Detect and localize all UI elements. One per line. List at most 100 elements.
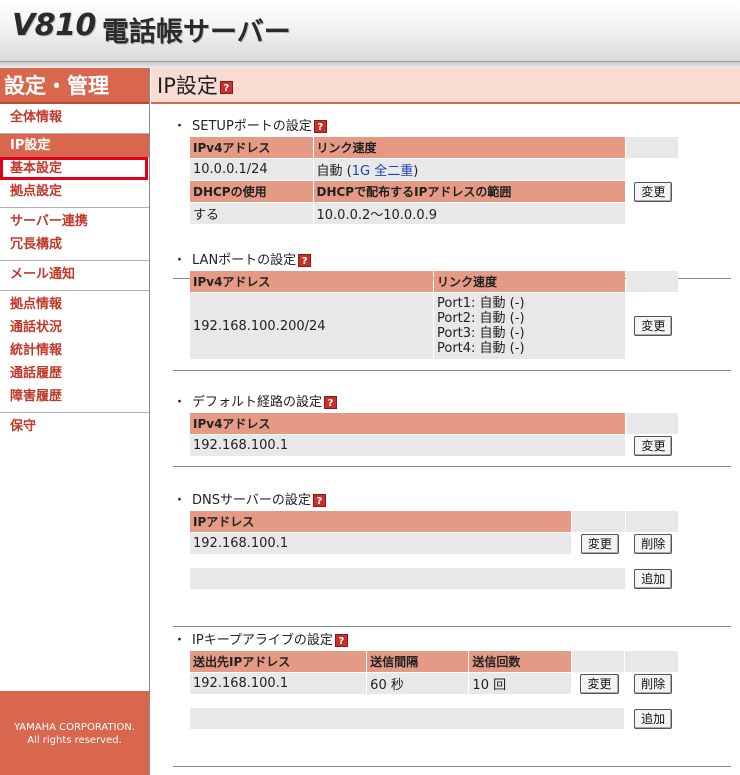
action-cell: 変更: [625, 159, 678, 224]
ip-keepalive-table: 送出先IPアドレス 送信間隔 送信回数 192.168.100.1 60 秒 1…: [189, 650, 679, 730]
setup-port-table: IPv4アドレス リンク速度 10.0.0.1/24 自動 (1G 全二重) 変…: [189, 136, 679, 225]
section-divider: [173, 766, 731, 768]
link-speed-value: 自動 (1G 全二重): [313, 159, 625, 180]
sidebar-item-overall-info[interactable]: 全体情報: [0, 106, 149, 129]
spacer-cell: [572, 511, 625, 532]
action-cell: 削除: [625, 533, 678, 554]
sidebar-group: 全体情報: [0, 104, 149, 134]
column-header: 送信間隔: [367, 651, 469, 672]
column-header: DHCPの使用: [190, 181, 313, 202]
interval-value: 60 秒: [367, 673, 469, 694]
port-link-item: Port4: 自動 (-): [437, 341, 525, 356]
section-default-route: ・デフォルト経路の設定? IPv4アドレス 192.168.100.1 変更: [173, 394, 731, 467]
add-row: [190, 568, 625, 589]
action-cell: 削除: [625, 673, 678, 694]
section-title: ・ IPキープアライブの設定?: [173, 632, 731, 650]
sidebar-item-server-link[interactable]: サーバー連携: [0, 210, 149, 233]
page-title-text: IP設定: [157, 74, 218, 98]
ipv4-value: 192.168.100.1: [190, 435, 625, 456]
dhcp-range-value: 10.0.0.2～10.0.0.9: [313, 203, 625, 224]
add-row: [190, 708, 625, 729]
section-setup-port: ・ SETUPポートの設定? IPv4アドレス リンク速度 10.0.0.1/24…: [173, 118, 731, 279]
sidebar-group: サーバー連携 冗長構成: [0, 208, 149, 261]
delete-button[interactable]: 削除: [634, 673, 673, 694]
add-button[interactable]: 追加: [634, 568, 673, 589]
delete-button[interactable]: 削除: [634, 533, 673, 554]
main-content: IP設定? ・ SETUPポートの設定? IPv4アドレス リンク速度 10.0.…: [151, 68, 740, 775]
copyright-rights: All rights reserved.: [27, 735, 122, 746]
copyright-company: YAMAHA CORPORATION.: [13, 722, 136, 733]
ipv4-value: 192.168.100.200/24: [190, 293, 433, 359]
help-icon[interactable]: ?: [298, 254, 312, 267]
column-header: 送出先IPアドレス: [190, 651, 367, 672]
help-icon[interactable]: ?: [334, 634, 348, 647]
sidebar: 設定・管理 全体情報 IP設定 基本設定 拠点設定 サーバー連携 冗長構成 メー…: [0, 68, 150, 775]
port-link-item: Port3: 自動 (-): [437, 326, 525, 341]
column-header: リンク速度: [434, 271, 625, 292]
sidebar-group: IP設定 基本設定 拠点設定: [0, 134, 149, 208]
section-title: ・ DNSサーバーの設定?: [173, 492, 731, 510]
section-ip-keepalive: ・ IPキープアライブの設定? 送出先IPアドレス 送信間隔 送信回数 192.1…: [173, 632, 731, 767]
section-divider: [173, 626, 731, 628]
sidebar-item-basic-settings[interactable]: 基本設定: [0, 157, 148, 180]
help-icon[interactable]: ?: [313, 120, 327, 133]
column-header: IPv4アドレス: [190, 271, 433, 292]
spacer-cell: [625, 511, 678, 532]
spacer-cell: [571, 651, 625, 672]
add-button[interactable]: 追加: [634, 708, 673, 729]
section-dns-server: ・DNSサーバーの設定? IPアドレス 192.168.100.1 変更 削除: [173, 492, 731, 627]
column-header: リンク速度: [313, 137, 625, 158]
section-divider: [173, 466, 731, 468]
ip-value: 192.168.100.1: [190, 533, 572, 554]
spacer-cell: [625, 271, 678, 292]
sidebar-item-site-info[interactable]: 拠点情報: [0, 293, 149, 316]
dhcp-value: する: [190, 203, 313, 224]
app-header: V810 電話帳サーバー: [0, 0, 740, 62]
port-link-item: Port2: 自動 (-): [437, 311, 525, 326]
spacer-row: [190, 555, 678, 567]
copyright-footer: YAMAHA CORPORATION. All rights reserved.: [0, 691, 149, 775]
sidebar-item-fault-history[interactable]: 障害履歴: [0, 385, 149, 408]
column-header: IPv4アドレス: [190, 413, 625, 434]
sidebar-item-maintenance[interactable]: 保守: [0, 415, 149, 438]
help-icon[interactable]: ?: [312, 494, 326, 507]
section-title: ・ LANポートの設定?: [173, 252, 731, 270]
column-header: IPv4アドレス: [190, 137, 313, 158]
action-cell: 変更: [572, 533, 625, 554]
ipv4-value: 10.0.0.1/24: [190, 159, 313, 180]
help-icon[interactable]: ?: [324, 396, 338, 409]
column-header: IPアドレス: [190, 511, 572, 532]
change-button[interactable]: 変更: [634, 181, 673, 202]
column-header: 送信回数: [469, 651, 571, 672]
section-lan-port: ・ LANポートの設定? IPv4アドレス リンク速度 192.168.100.2…: [173, 252, 731, 371]
change-button[interactable]: 変更: [634, 435, 673, 456]
spacer-cell: [625, 651, 678, 672]
default-route-table: IPv4アドレス 192.168.100.1 変更: [189, 412, 679, 457]
lan-port-table: IPv4アドレス リンク速度 192.168.100.200/24 Port1:…: [189, 270, 679, 360]
change-button[interactable]: 変更: [580, 533, 619, 554]
product-name: 電話帳サーバー: [102, 17, 291, 48]
sidebar-group: 拠点情報 通話状況 統計情報 通話履歴 障害履歴: [0, 291, 149, 413]
help-icon[interactable]: ?: [219, 80, 233, 94]
spacer-cell: [625, 413, 678, 434]
sidebar-item-mail-notify[interactable]: メール通知: [0, 263, 149, 286]
section-title: ・ SETUPポートの設定?: [173, 118, 731, 136]
spacer-row: [190, 695, 678, 707]
column-header: DHCPで配布するIPアドレスの範囲: [313, 181, 625, 202]
change-button[interactable]: 変更: [634, 316, 673, 336]
product-model: V810: [12, 8, 96, 43]
dns-server-table: IPアドレス 192.168.100.1 変更 削除 追加: [189, 510, 679, 590]
destination-ip-value: 192.168.100.1: [190, 673, 367, 694]
page-title: IP設定?: [151, 68, 740, 104]
sidebar-item-site-settings[interactable]: 拠点設定: [0, 180, 149, 203]
sidebar-item-statistics[interactable]: 統計情報: [0, 339, 149, 362]
sidebar-title: 設定・管理: [0, 68, 149, 104]
sidebar-item-call-history[interactable]: 通話履歴: [0, 362, 149, 385]
sidebar-item-redundancy[interactable]: 冗長構成: [0, 233, 149, 256]
port-link-list: Port1: 自動 (-) Port2: 自動 (-) Port3: 自動 (-…: [434, 293, 625, 359]
action-cell: 変更: [625, 293, 678, 359]
change-button[interactable]: 変更: [580, 673, 619, 694]
sidebar-item-ip-settings[interactable]: IP設定: [0, 134, 149, 157]
sidebar-item-call-status[interactable]: 通話状況: [0, 316, 149, 339]
sidebar-group: 保守: [0, 413, 149, 442]
